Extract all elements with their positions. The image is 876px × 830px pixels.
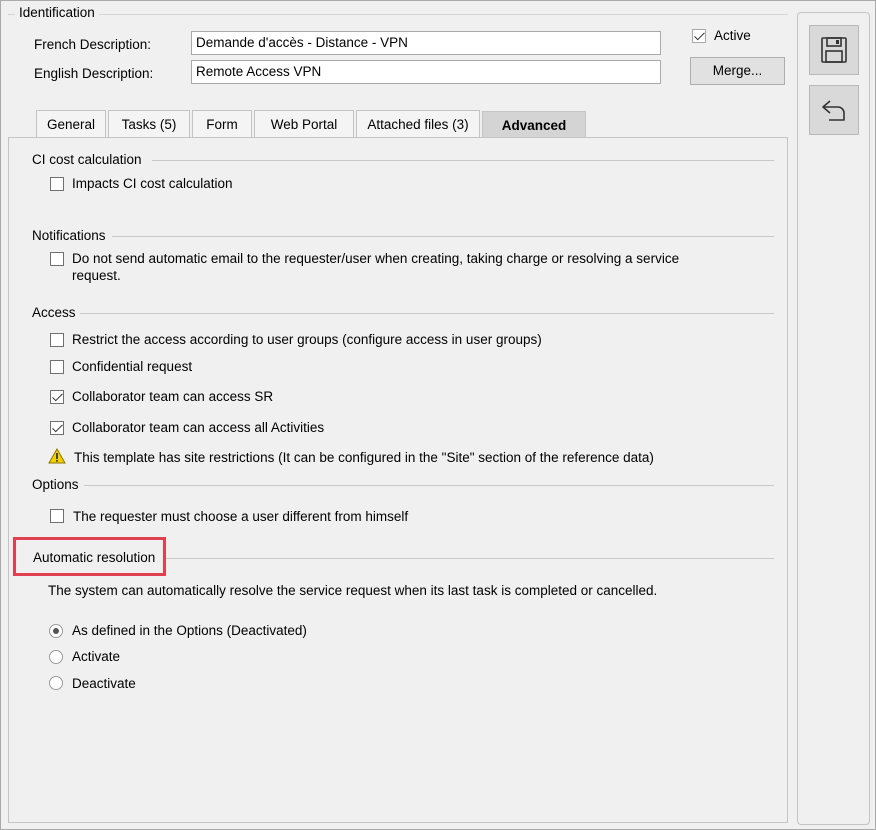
impacts-ci-label: Impacts CI cost calculation — [72, 176, 233, 191]
notifications-section-title: Notifications — [32, 228, 106, 243]
radio-activate-label: Activate — [72, 649, 121, 664]
save-button[interactable] — [809, 25, 859, 75]
radio-as-defined[interactable] — [49, 624, 63, 638]
different-user-checkbox[interactable] — [50, 509, 64, 523]
confidential-checkbox[interactable] — [50, 360, 64, 374]
collab-activities-label: Collaborator team can access all Activit… — [72, 420, 325, 435]
active-label: Active — [714, 28, 751, 43]
undo-icon — [822, 100, 845, 121]
no-email-checkbox[interactable] — [50, 252, 64, 266]
no-email-label-line2: request. — [72, 268, 121, 283]
impacts-ci-checkbox[interactable] — [50, 177, 64, 191]
english-description-label: English Description: — [34, 66, 154, 81]
notifications-section-line — [112, 236, 774, 237]
collab-sr-checkbox[interactable] — [50, 390, 64, 404]
ci-section-line — [152, 160, 774, 161]
options-section-title: Options — [32, 477, 79, 492]
tab-general[interactable]: General — [36, 110, 106, 139]
different-user-label: The requester must choose a user differe… — [73, 509, 409, 524]
warning-icon — [48, 448, 66, 464]
ci-section-title: CI cost calculation — [32, 152, 142, 167]
restrict-access-checkbox[interactable] — [50, 333, 64, 347]
collab-sr-label: Collaborator team can access SR — [72, 389, 274, 404]
radio-deactivate-label: Deactivate — [72, 676, 136, 691]
access-section-title: Access — [32, 305, 76, 320]
auto-resolution-section-line — [166, 558, 774, 559]
radio-deactivate[interactable] — [49, 676, 63, 690]
options-section-line — [84, 485, 774, 486]
tab-form[interactable]: Form — [192, 110, 252, 139]
auto-resolution-description: The system can automatically resolve the… — [48, 583, 658, 598]
tab-attached-files[interactable]: Attached files (3) — [356, 110, 480, 139]
collab-activities-checkbox[interactable] — [50, 421, 64, 435]
no-email-label-line1: Do not send automatic email to the reque… — [72, 251, 680, 266]
auto-resolution-section-title: Automatic resolution — [33, 550, 156, 565]
undo-button[interactable] — [809, 85, 859, 135]
french-description-label: French Description: — [34, 37, 152, 52]
site-restriction-warning: This template has site restrictions (It … — [74, 450, 654, 465]
english-description-input[interactable]: Remote Access VPN — [191, 60, 661, 84]
active-checkbox[interactable] — [692, 29, 706, 43]
tab-tasks[interactable]: Tasks (5) — [108, 110, 190, 139]
identification-group-line — [8, 14, 788, 15]
french-description-input[interactable]: Demande d'accès - Distance - VPN — [191, 31, 661, 55]
restrict-access-label: Restrict the access according to user gr… — [72, 332, 542, 347]
merge-button[interactable]: Merge... — [690, 57, 785, 85]
confidential-label: Confidential request — [72, 359, 193, 374]
save-icon — [821, 37, 847, 63]
radio-as-defined-label: As defined in the Options (Deactivated) — [72, 623, 307, 638]
access-section-line — [80, 313, 774, 314]
tab-advanced[interactable]: Advanced — [482, 111, 586, 140]
tab-web-portal[interactable]: Web Portal — [254, 110, 354, 139]
identification-group-title: Identification — [15, 5, 99, 20]
advanced-panel — [8, 137, 788, 823]
radio-activate[interactable] — [49, 650, 63, 664]
